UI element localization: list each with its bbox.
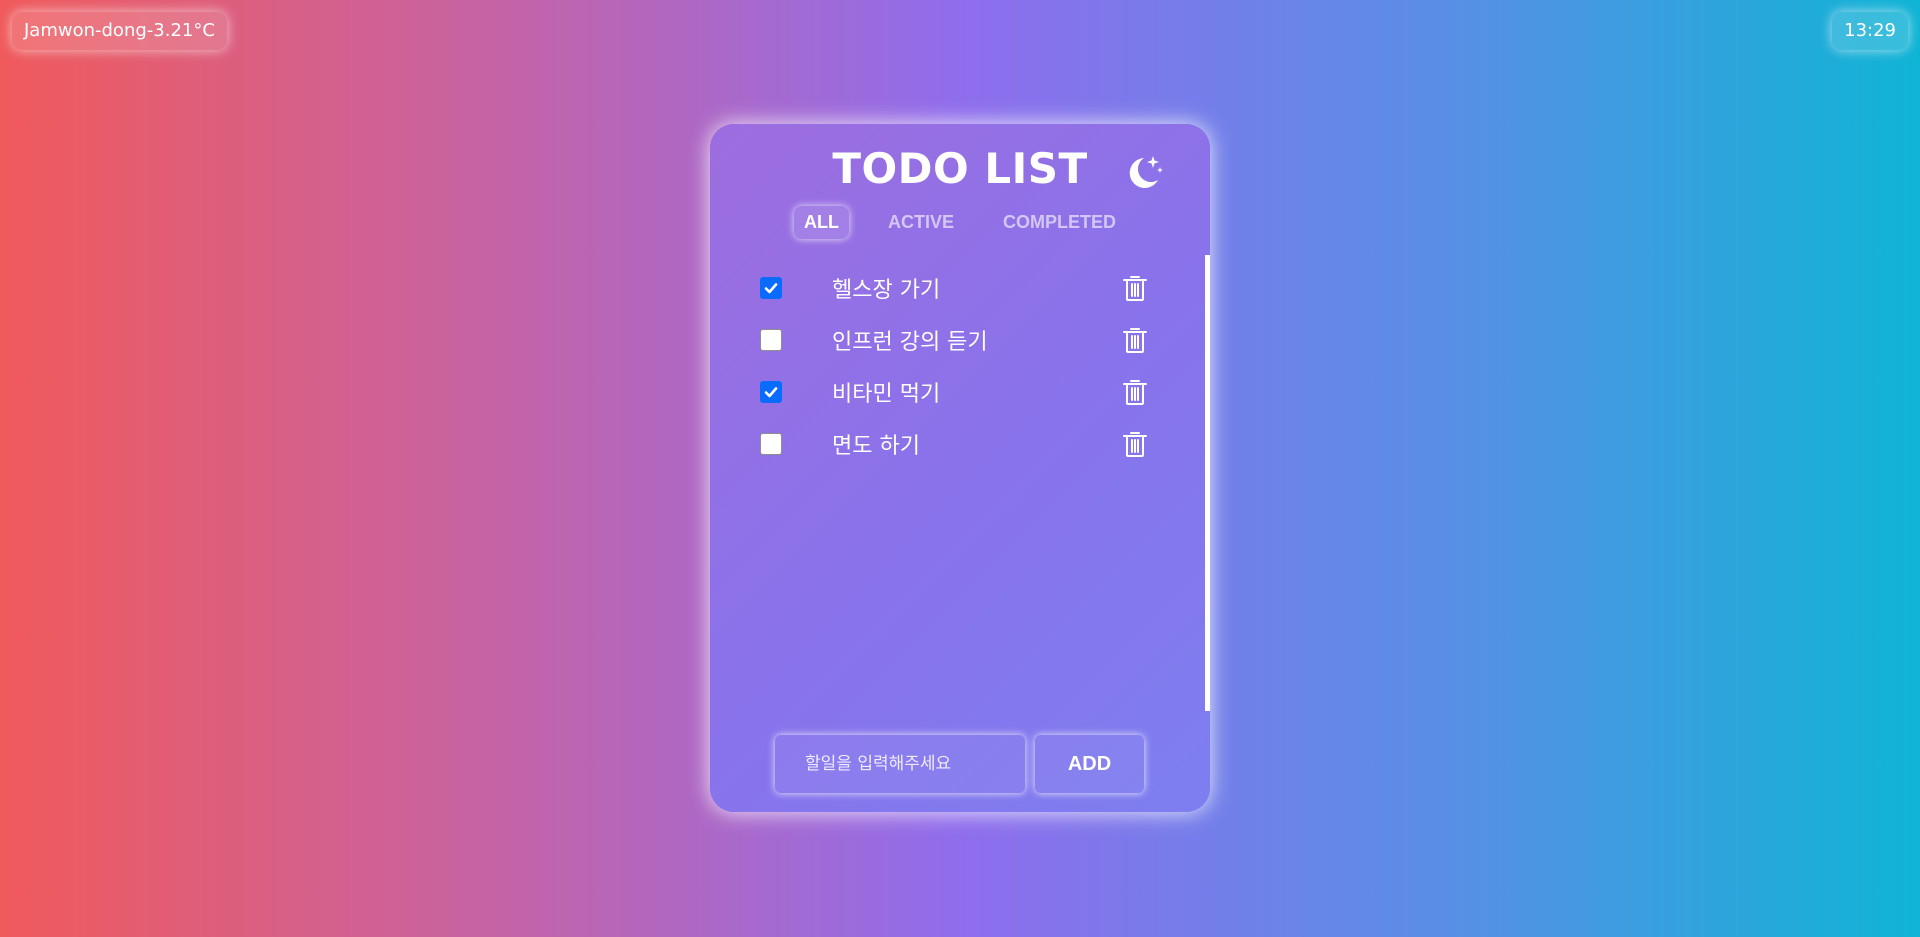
todo-text: 헬스장 가기 <box>832 278 941 303</box>
filter-tabs: ALL ACTIVE COMPLETED <box>710 206 1210 239</box>
delete-button[interactable] <box>1122 430 1148 458</box>
weather-label: Jamwon-dong-3.21°C <box>24 20 215 41</box>
trash-icon <box>1123 276 1147 301</box>
todo-checkbox[interactable] <box>760 329 782 351</box>
checkmark-icon <box>764 283 778 294</box>
trash-icon <box>1123 328 1147 353</box>
trash-icon <box>1123 432 1147 457</box>
todo-checkbox[interactable] <box>760 277 782 299</box>
delete-button[interactable] <box>1122 326 1148 354</box>
tab-active[interactable]: ACTIVE <box>878 206 964 239</box>
delete-button[interactable] <box>1122 274 1148 302</box>
todo-text: 면도 하기 <box>832 434 920 459</box>
todo-card: TODO LIST ALL ACTIVE COMPLETED 헬스장 가기 인프… <box>710 124 1210 812</box>
add-button[interactable]: ADD <box>1035 735 1144 793</box>
theme-toggle-button[interactable] <box>1122 150 1166 194</box>
todo-item: 헬스장 가기 <box>760 264 1160 316</box>
clock-time: 13:29 <box>1844 20 1896 41</box>
todo-item: 면도 하기 <box>760 420 1160 472</box>
delete-button[interactable] <box>1122 378 1148 406</box>
weather-indicator: Jamwon-dong-3.21°C <box>12 12 227 50</box>
todo-input[interactable] <box>775 735 1025 793</box>
todo-text: 비타민 먹기 <box>832 382 941 407</box>
scrollbar[interactable] <box>1205 255 1210 711</box>
todo-item: 비타민 먹기 <box>760 368 1160 420</box>
todo-checkbox[interactable] <box>760 381 782 403</box>
tab-all[interactable]: ALL <box>793 206 849 239</box>
todo-text: 인프런 강의 듣기 <box>832 330 988 355</box>
clock-indicator: 13:29 <box>1832 12 1908 50</box>
todo-list: 헬스장 가기 인프런 강의 듣기 비타민 먹기 면도 하기 <box>760 264 1160 472</box>
todo-checkbox[interactable] <box>760 433 782 455</box>
moon-stars-icon <box>1129 156 1163 188</box>
checkmark-icon <box>764 387 778 398</box>
tab-completed[interactable]: COMPLETED <box>993 206 1126 239</box>
trash-icon <box>1123 380 1147 405</box>
todo-item: 인프런 강의 듣기 <box>760 316 1160 368</box>
